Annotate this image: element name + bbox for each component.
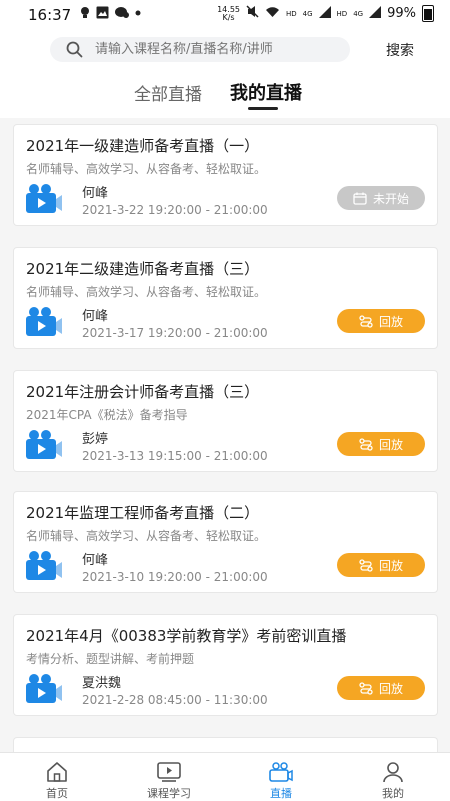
- lecturer-name: 何峰: [82, 309, 109, 324]
- nav-course-study[interactable]: 课程学习: [129, 761, 209, 801]
- status-label: 回放: [378, 314, 403, 329]
- search-button[interactable]: 搜索: [386, 40, 414, 60]
- lecturer-name: 何峰: [82, 186, 109, 201]
- live-title: 2021年4月《00383学前教育学》考前密训直播: [26, 627, 347, 645]
- replay-icon: [359, 314, 373, 328]
- bottom-nav: 首页 课程学习 直播 我的: [0, 752, 450, 801]
- live-title: 2021年监理工程师备考直播（二）: [26, 504, 260, 522]
- hd-label-1: HD: [286, 9, 297, 18]
- status-label: 回放: [378, 558, 403, 573]
- nav-home[interactable]: 首页: [17, 761, 97, 801]
- replay-button[interactable]: 回放: [337, 309, 425, 333]
- replay-button[interactable]: 回放: [337, 553, 425, 577]
- live-card[interactable]: 2021年一级建造师备考直播（一） 名师辅导、高效学习、从容备考、轻松取证。 何…: [13, 124, 438, 226]
- live-title: 2021年二级建造师备考直播（三）: [26, 260, 260, 278]
- tab-all-live[interactable]: 全部直播: [134, 80, 202, 105]
- replay-icon: [359, 681, 373, 695]
- lecturer-name: 彭婷: [82, 432, 109, 447]
- replay-icon: [359, 558, 373, 572]
- hd-label-2: HD: [336, 9, 348, 18]
- search-input[interactable]: [93, 41, 327, 58]
- live-time: 2021-3-17 19:20:00 - 21:00:00: [82, 326, 268, 340]
- video-play-icon: [157, 762, 181, 782]
- live-card[interactable]: 2021年监理工程师备考直播（二） 名师辅导、高效学习、从容备考、轻松取证。 何…: [13, 491, 438, 593]
- search-icon: [66, 41, 83, 58]
- live-time: 2021-3-13 19:15:00 - 21:00:00: [82, 449, 268, 463]
- video-camera-icon: [24, 183, 64, 219]
- live-description: 考情分析、题型讲解、考前押题: [26, 652, 195, 666]
- video-camera-icon: [24, 429, 64, 465]
- replay-button[interactable]: 回放: [337, 676, 425, 700]
- status-label: 回放: [378, 681, 403, 696]
- live-description: 名师辅导、高效学习、从容备考、轻松取证。: [26, 285, 267, 299]
- live-camera-icon: [269, 762, 293, 782]
- user-icon: [383, 762, 403, 783]
- net-speed-unit: K/s: [222, 12, 235, 22]
- video-camera-icon: [24, 673, 64, 709]
- live-description: 名师辅导、高效学习、从容备考、轻松取证。: [26, 162, 267, 176]
- status-bar: 16:37 14.55 K/s HD 4G HD 4G 99%: [0, 0, 450, 30]
- status-right: 14.55 K/s HD 4G HD 4G 99%: [217, 5, 434, 22]
- live-time: 2021-3-10 19:20:00 - 21:00:00: [82, 570, 268, 584]
- live-title: 2021年一级建造师备考直播（一）: [26, 137, 260, 155]
- net-speed: 14.55 K/s: [217, 5, 240, 22]
- battery-text: 99%: [387, 6, 416, 21]
- replay-icon: [359, 437, 373, 451]
- replay-button[interactable]: 回放: [337, 432, 425, 456]
- live-description: 2021年CPA《税法》备考指导: [26, 408, 188, 422]
- notification-icons: [80, 6, 141, 23]
- lecturer-name: 何峰: [82, 553, 109, 568]
- not-started-button[interactable]: 未开始: [337, 186, 425, 210]
- signal-bars-icon: [369, 5, 382, 22]
- status-label: 回放: [378, 437, 403, 452]
- live-time: 2021-2-28 08:45:00 - 11:30:00: [82, 693, 268, 707]
- live-description: 名师辅导、高效学习、从容备考、轻松取证。: [26, 529, 267, 543]
- live-title: 2021年注册会计师备考直播（三）: [26, 383, 260, 401]
- live-card[interactable]: 2021年注册会计师备考直播（三） 2021年CPA《税法》备考指导 彭婷 20…: [13, 370, 438, 472]
- home-icon: [47, 762, 67, 782]
- chat-icon: [115, 6, 129, 23]
- lightbulb-icon: [80, 6, 90, 23]
- live-card[interactable]: 2021年二级建造师备考直播（三） 名师辅导、高效学习、从容备考、轻松取证。 何…: [13, 247, 438, 349]
- status-label: 未开始: [372, 191, 409, 206]
- active-tab-indicator: [248, 107, 278, 110]
- live-time: 2021-3-22 19:20:00 - 21:00:00: [82, 203, 268, 217]
- image-icon: [96, 6, 109, 23]
- signal-label-2: 4G: [353, 9, 364, 18]
- nav-live[interactable]: 直播: [241, 761, 321, 801]
- video-camera-icon: [24, 550, 64, 586]
- dot-icon: [135, 6, 141, 23]
- lecturer-name: 夏洪魏: [82, 676, 122, 691]
- video-camera-icon: [24, 306, 64, 342]
- nav-label: 课程学习: [147, 787, 191, 800]
- search-box[interactable]: [50, 37, 350, 62]
- nav-label: 我的: [382, 787, 404, 800]
- battery-icon: [422, 5, 434, 22]
- wifi-icon: [265, 6, 280, 22]
- status-time: 16:37: [28, 6, 72, 24]
- calendar-icon: [353, 192, 367, 205]
- mute-icon: [246, 5, 259, 22]
- tab-my-live[interactable]: 我的直播: [230, 79, 302, 105]
- live-card[interactable]: 2021年4月《00383学前教育学》考前密训直播 考情分析、题型讲解、考前押题…: [13, 614, 438, 716]
- nav-label: 直播: [270, 787, 292, 800]
- nav-label: 首页: [46, 787, 68, 800]
- tabs-bar: [0, 68, 450, 118]
- signal-bars-icon: [318, 5, 331, 22]
- nav-mine[interactable]: 我的: [353, 761, 433, 801]
- signal-label-1: 4G: [302, 9, 313, 18]
